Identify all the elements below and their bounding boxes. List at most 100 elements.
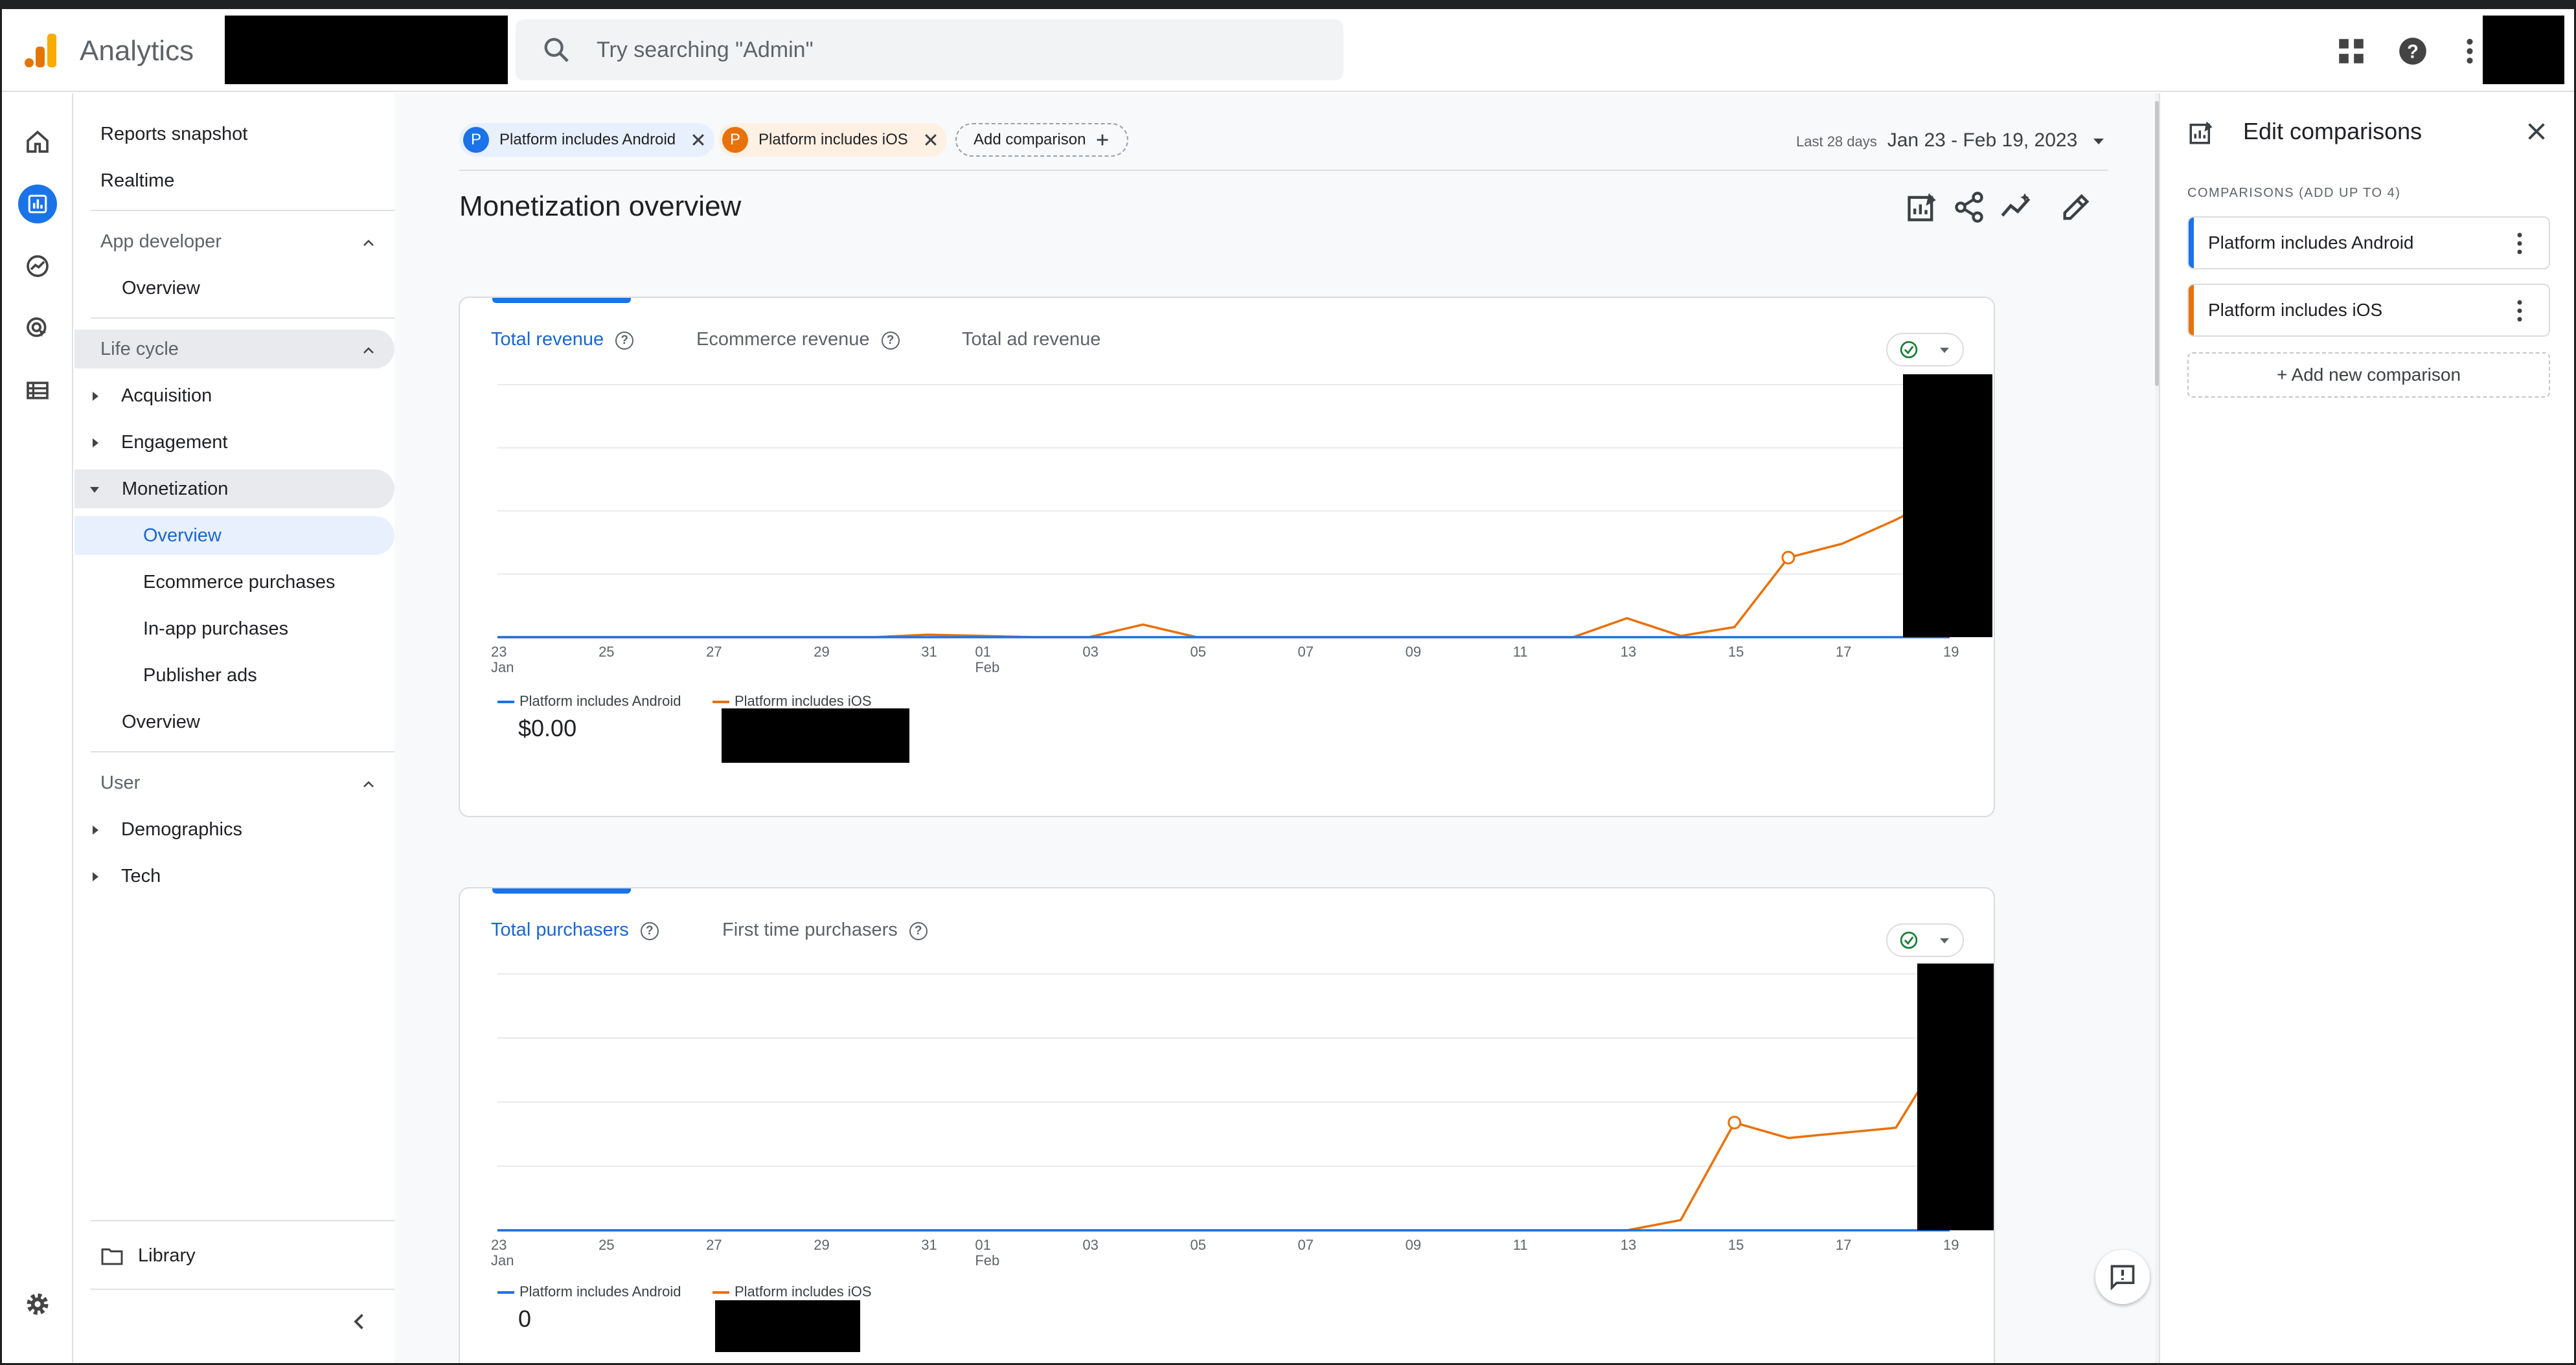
more-vert-icon[interactable] [2516,232,2523,255]
ios-series-line [497,1040,1951,1232]
more-vert-icon[interactable] [2516,299,2523,322]
main-content: P Platform includes Android P Platform i… [394,93,2155,1363]
nav-monetization[interactable]: Monetization [74,469,394,508]
nav-section-life-cycle[interactable]: Life cycle [74,330,394,368]
edit-pencil-icon[interactable] [2059,190,2093,224]
comparison-avatar-android: P [463,127,489,153]
x-tick-label: 17 [1836,644,1851,660]
insights-icon[interactable] [2000,190,2033,224]
x-tick-label: 07 [1298,1237,1314,1253]
nav-reports-snapshot[interactable]: Reports snapshot [100,115,247,153]
x-tick-label: 03 [1082,1237,1098,1253]
legend-android: Platform includes Android [497,693,681,710]
x-tick-label: 29 [814,1237,829,1253]
nav-publisher-ads[interactable]: Publisher ads [143,656,257,695]
nav-ecommerce-purchases[interactable]: Ecommerce purchases [143,563,336,602]
x-tick-label: 25 [598,644,614,660]
x-tick-label: 03 [1082,644,1098,660]
configure-nav[interactable] [18,371,57,410]
apps-grid-icon[interactable] [2335,35,2367,67]
analytics-logo-icon [25,34,56,67]
purchasers-line-chart: 23Jan 25 27 29 31 01Feb 03 05 07 09 11 13 15 17 19 [491,973,1959,1269]
add-comparison-button[interactable]: Add comparison [955,123,1129,157]
collapse-nav-chevron-icon[interactable] [350,1312,369,1331]
gear-icon [27,1293,49,1315]
search-bar[interactable]: Try searching "Admin" [516,19,1343,80]
help-icon[interactable]: ? [2397,35,2429,67]
x-tick-label: 17 [1836,1237,1851,1253]
legend-ios-label: Platform includes iOS [735,1283,872,1300]
redacted-account-name [225,16,508,84]
add-comparison-label: Add comparison [974,131,1086,148]
customize-report-icon[interactable] [1905,190,1939,224]
app-name: Analytics [80,35,194,67]
reports-nav-panel: Reports snapshot Realtime App developer … [74,93,395,1363]
comparison-color-stripe [2189,218,2194,268]
expand-arrow-icon [93,438,98,448]
nav-section-life-cycle-label: Life cycle [100,339,179,359]
nav-life-cycle-overview[interactable]: Overview [122,703,200,741]
x-tick-sublabel: Feb [975,1252,999,1269]
share-icon[interactable] [1952,190,1986,224]
nav-demographics[interactable]: Demographics [93,810,242,849]
x-tick-label: 31 [921,644,937,660]
comparison-chip-ios-label: Platform includes iOS [758,131,908,148]
x-tick-label: 01 [975,1237,990,1253]
admin-nav[interactable] [18,1285,57,1324]
comparison-chip-android[interactable]: P Platform includes Android [459,123,715,157]
window-top-strip [0,0,2576,9]
explore-nav[interactable] [18,247,57,286]
nav-in-app-purchases[interactable]: In-app purchases [143,609,288,648]
close-icon[interactable] [922,131,939,148]
nav-monetization-overview[interactable]: Overview [74,516,394,555]
nav-library-label: Library [138,1245,196,1266]
reports-chart-icon [28,194,47,214]
redacted-chart-area [1903,374,1992,637]
nav-section-app-developer[interactable]: App developer [100,222,394,261]
nav-realtime[interactable]: Realtime [100,161,174,200]
add-new-comparison-button[interactable]: + Add new comparison [2187,352,2550,398]
x-tick-label: 15 [1728,644,1744,660]
reports-nav[interactable] [18,185,57,223]
home-icon [27,130,49,153]
nav-section-user-label: User [100,773,141,793]
comparison-item-ios[interactable]: Platform includes iOS [2187,284,2550,337]
purchasers-card: Total purchasers? First time purchasers?… [459,887,1995,1363]
comparison-item-android[interactable]: Platform includes Android [2187,216,2550,269]
comparison-chip-android-label: Platform includes Android [499,131,676,148]
nav-app-developer-overview[interactable]: Overview [122,269,200,308]
nav-section-user[interactable]: User [100,763,394,802]
nav-tech-label: Tech [121,866,161,886]
nav-library[interactable]: Library [100,1236,196,1275]
comparison-chip-ios[interactable]: P Platform includes iOS [718,123,947,157]
home-nav[interactable] [18,122,57,161]
redacted-ios-value [722,708,909,763]
x-tick-label: 11 [1513,1237,1528,1253]
close-icon[interactable] [690,131,707,148]
advertising-target-icon [27,317,47,337]
x-tick-label: 23 [491,644,507,660]
revenue-line-chart: 23Jan 25 27 29 31 01Feb 03 05 07 09 11 13 15 17 19 [491,384,1959,675]
nav-engagement[interactable]: Engagement [93,423,227,462]
x-tick-sublabel: Jan [491,659,514,675]
date-range-picker[interactable]: Last 28 days Jan 23 - Feb 19, 2023 [1796,130,2105,152]
panel-title: Edit comparisons [2243,118,2422,144]
x-tick-sublabel: Feb [975,659,999,675]
more-vert-icon[interactable] [2454,35,2486,67]
legend-android: Platform includes Android [497,1283,681,1300]
advertising-nav[interactable] [18,309,57,348]
x-tick-label: 25 [598,1237,614,1253]
nav-acquisition[interactable]: Acquisition [93,376,212,415]
nav-divider [91,751,395,752]
nav-demographics-label: Demographics [121,819,242,840]
redacted-ios-value [715,1300,860,1352]
x-tick-label: 27 [706,1237,722,1253]
feedback-button[interactable] [2095,1250,2150,1304]
nav-section-app-developer-label: App developer [100,231,222,252]
x-tick-label: 11 [1513,644,1528,660]
close-icon[interactable] [2524,119,2549,144]
redacted-chart-area [1917,964,1994,1230]
nav-tech[interactable]: Tech [93,857,161,896]
x-tick-label: 23 [491,1237,507,1253]
search-icon [544,38,569,62]
